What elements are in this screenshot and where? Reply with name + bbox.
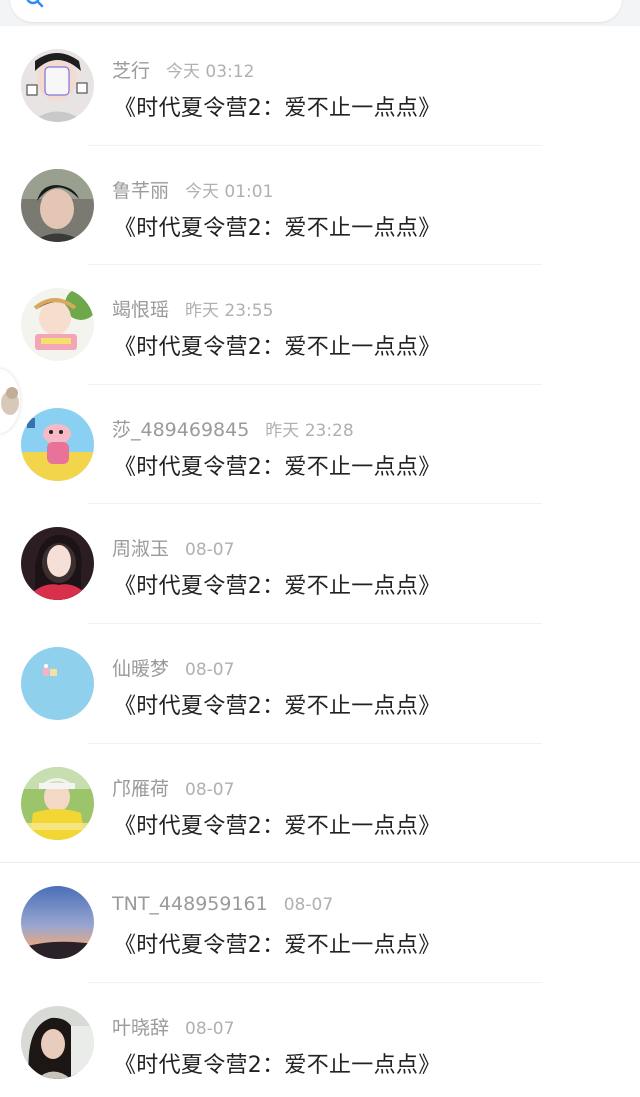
message-meta: 鲁芊丽 今天 01:01 [112,176,273,202]
message-text: 《时代夏令营2：爱不止一点点》 [114,215,441,241]
message-text: 《时代夏令营2：爱不止一点点》 [114,813,441,839]
avatar[interactable] [21,766,94,840]
message-time: 今天 01:01 [185,181,274,202]
avatar[interactable] [21,1005,94,1079]
list-item[interactable]: 竭恨瑶 昨天 23:55 《时代夏令营2：爱不止一点点》 [0,265,640,385]
avatar[interactable] [21,527,94,601]
search-icon[interactable] [24,0,44,8]
list-item[interactable]: 邝雁荷 08-07 《时代夏令营2：爱不止一点点》 [0,744,640,864]
message-text: 《时代夏令营2：爱不止一点点》 [114,1052,441,1078]
message-time: 08-07 [185,540,235,561]
message-time: 昨天 23:55 [185,301,274,322]
message-meta: 仙暖梦 08-07 [112,654,234,680]
message-meta: 叶晓辞 08-07 [112,1013,234,1039]
message-time: 08-07 [185,1018,235,1039]
search-input[interactable] [10,0,622,22]
message-text: 《时代夏令营2：爱不止一点点》 [114,574,441,600]
list-item[interactable]: 鲁芊丽 今天 01:01 《时代夏令营2：爱不止一点点》 [0,146,640,266]
message-meta: 竭恨瑶 昨天 23:55 [112,295,273,321]
list-item[interactable]: 芝行 今天 03:12 《时代夏令营2：爱不止一点点》 [0,26,640,146]
sender-name[interactable]: 邝雁荷 [112,778,169,800]
message-meta: 邝雁荷 08-07 [112,774,234,800]
search-bar-area [0,0,640,26]
message-text: 《时代夏令营2：爱不止一点点》 [114,96,441,121]
avatar[interactable] [21,407,94,481]
list-item[interactable]: 叶晓辞 08-07 《时代夏令营2：爱不止一点点》 [0,983,640,1097]
list-item[interactable]: 周淑玉 08-07 《时代夏令营2：爱不止一点点》 [0,504,640,624]
sender-name[interactable]: 周淑玉 [112,538,169,560]
message-list-page: 芝行 今天 03:12 《时代夏令营2：爱不止一点点》 鲁芊丽 今天 01:01 《… [0,0,640,1097]
message-list: 芝行 今天 03:12 《时代夏令营2：爱不止一点点》 鲁芊丽 今天 01:01 《… [0,26,640,1097]
avatar[interactable] [21,646,94,720]
message-text: 《时代夏令营2：爱不止一点点》 [114,933,441,959]
list-item[interactable]: TNT_448959161 08-07 《时代夏令营2：爱不止一点点》 [0,863,640,983]
message-meta: 周淑玉 08-07 [112,534,234,560]
list-item[interactable]: 仙暖梦 08-07 《时代夏令营2：爱不止一点点》 [0,624,640,744]
message-meta: 莎_489469845 昨天 23:28 [112,415,354,441]
avatar[interactable] [21,886,94,960]
message-time: 今天 03:12 [166,62,255,82]
message-meta: 芝行 今天 03:12 [112,56,254,82]
message-time: 08-07 [185,779,235,800]
message-text: 《时代夏令营2：爱不止一点点》 [114,454,441,480]
sender-name[interactable]: 莎_489469845 [112,419,249,441]
avatar[interactable] [21,49,94,122]
sender-name[interactable]: 芝行 [112,60,150,82]
sender-name[interactable]: 仙暖梦 [112,658,169,680]
sender-name[interactable]: 叶晓辞 [112,1017,169,1039]
message-meta: TNT_448959161 08-07 [112,893,333,919]
sender-name[interactable]: 鲁芊丽 [112,180,169,202]
sender-name[interactable]: TNT_448959161 [112,893,268,915]
message-text: 《时代夏令营2：爱不止一点点》 [114,693,441,719]
message-time: 08-07 [185,659,235,680]
sender-name[interactable]: 竭恨瑶 [112,299,169,321]
message-text: 《时代夏令营2：爱不止一点点》 [114,335,441,361]
list-item[interactable]: 莎_489469845 昨天 23:28 《时代夏令营2：爱不止一点点》 [0,385,640,505]
avatar[interactable] [21,168,94,242]
message-time: 08-07 [283,895,334,916]
avatar[interactable] [21,288,94,362]
message-time: 昨天 23:28 [265,420,354,441]
